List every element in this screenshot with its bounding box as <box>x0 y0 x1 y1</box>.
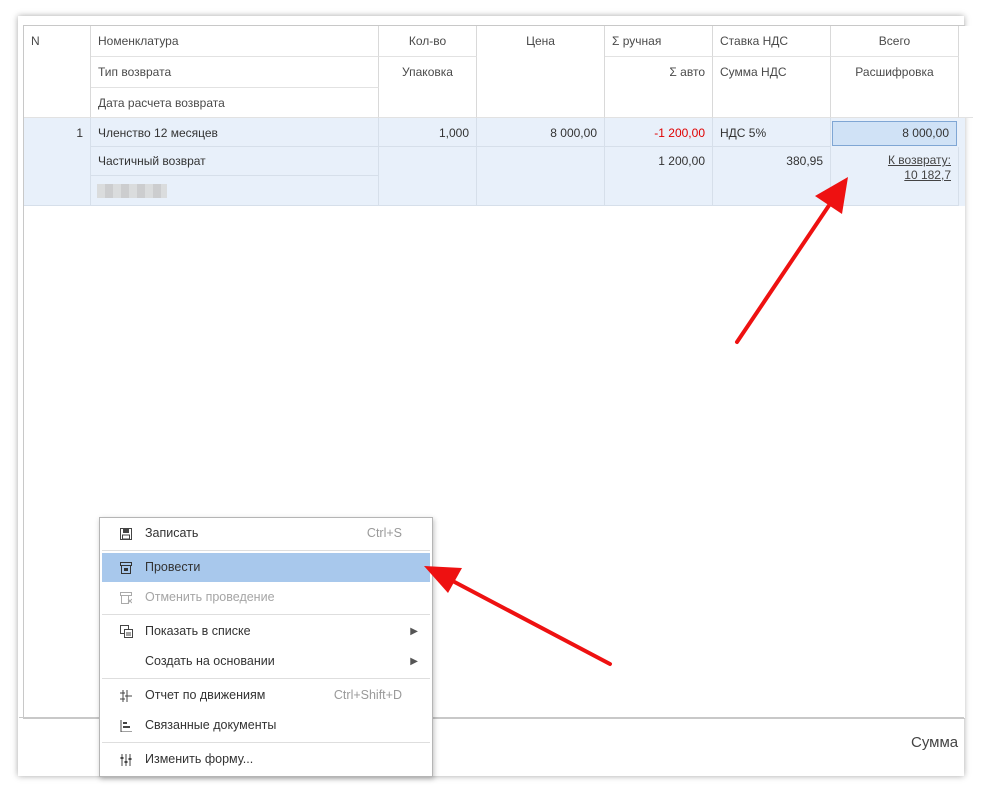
arrow-to-refund <box>735 177 848 344</box>
arrow-to-post <box>424 566 612 666</box>
annotation-arrows <box>424 177 848 666</box>
